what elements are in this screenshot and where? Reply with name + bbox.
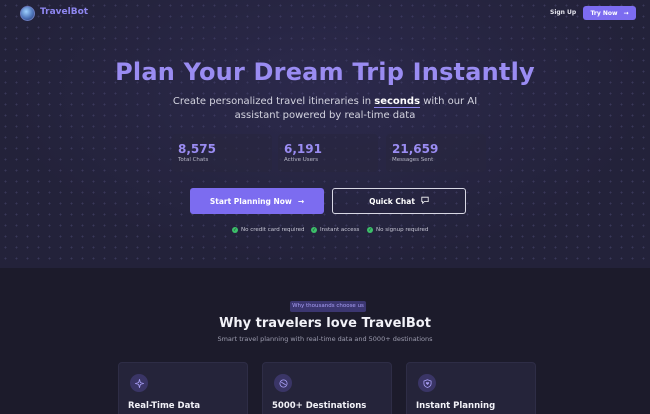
feature-card-destinations[interactable]: 5000+ Destinations [262, 362, 392, 414]
section-subtitle: Smart travel planning with real-time dat… [217, 335, 433, 343]
feature-card-title: Real-Time Data [128, 401, 201, 411]
feature-card-instant[interactable]: Instant Planning [406, 362, 536, 414]
quick-chat-label: Quick Chat [369, 196, 415, 206]
arrow-right-icon: → [623, 9, 629, 17]
chat-bubble-icon [421, 196, 429, 206]
trust-checks: ✓ No credit card required ✓ Instant acce… [0, 227, 650, 237]
subtitle-text-start: Create personalized travel itineraries i… [172, 96, 375, 107]
check-icon: ✓ [311, 227, 317, 233]
check-item: ✓ No credit card required [232, 227, 305, 233]
stat-label: Active Users [284, 157, 319, 163]
start-planning-label: Start Planning Now [209, 196, 292, 206]
check-label: No signup required [376, 227, 429, 233]
section-title: Why travelers love TravelBot [219, 316, 431, 331]
check-item: ✓ Instant access [311, 227, 359, 233]
page-title: Plan Your Dream Trip Instantly [115, 58, 535, 86]
stat-active-users: 6,191 Active Users [278, 134, 378, 172]
stat-value: 21,659 [392, 142, 439, 156]
quick-chat-button[interactable]: Quick Chat [332, 188, 466, 214]
check-label: Instant access [320, 227, 360, 233]
logo-icon[interactable] [20, 6, 35, 21]
signup-link[interactable]: Sign Up [550, 9, 576, 16]
check-icon: ✓ [367, 227, 373, 233]
feature-card-title: 5000+ Destinations [272, 401, 367, 411]
stat-messages-sent: 21,659 Messages Sent [386, 134, 486, 172]
globe-icon [274, 374, 292, 392]
section-pill: Why thousands choose us [290, 301, 366, 312]
top-nav: TravelBot Sign Up Try Now → [0, 0, 650, 28]
subtitle-highlight: seconds [374, 96, 421, 108]
sparkle-icon [130, 374, 148, 392]
stat-label: Total Chats [178, 157, 209, 163]
stat-value: 8,575 [178, 142, 216, 156]
hero-subtitle: Create personalized travel itineraries i… [150, 95, 500, 123]
brand-name[interactable]: TravelBot [40, 7, 88, 17]
stat-total-chats: 8,575 Total Chats [172, 134, 272, 172]
feature-card-title: Instant Planning [416, 401, 496, 411]
arrow-right-icon: → [297, 196, 305, 206]
check-label: No credit card required [241, 227, 305, 233]
shield-heart-icon [418, 374, 436, 392]
stat-label: Messages Sent [392, 157, 434, 163]
check-icon: ✓ [232, 227, 238, 233]
stat-value: 6,191 [284, 142, 322, 156]
feature-card-realtime[interactable]: Real-Time Data [118, 362, 248, 414]
check-item: ✓ No signup required [367, 227, 428, 233]
start-planning-button[interactable]: Start Planning Now → [190, 188, 324, 214]
try-now-button[interactable]: Try Now → [583, 6, 636, 20]
try-now-label: Try Now [590, 9, 618, 17]
